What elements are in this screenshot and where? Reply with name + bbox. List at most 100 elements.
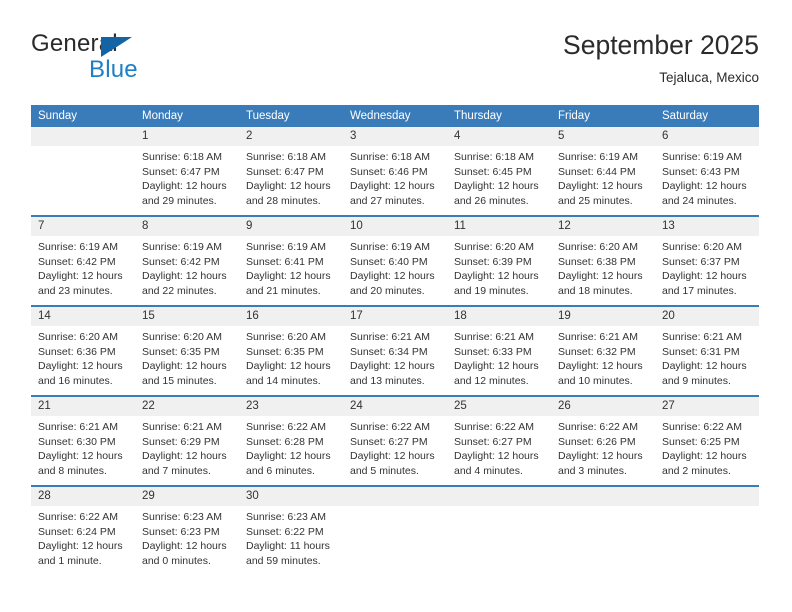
day-cell[interactable]: 30 Sunrise: 6:23 AM Sunset: 6:22 PM Dayligh… [239,485,343,575]
daylight-text-line1: Daylight: 12 hours [38,360,123,373]
day-details: Sunrise: 6:20 AM Sunset: 6:37 PM Daylight:… [655,236,759,298]
day-details: Sunrise: 6:22 AM Sunset: 6:27 PM Daylight:… [447,416,551,478]
weekday-header-thursday: Thursday [447,105,551,127]
daylight-text-line2: and 27 minutes. [350,194,425,207]
day-cell[interactable]: 2 Sunrise: 6:18 AM Sunset: 6:47 PM Daylight… [239,127,343,216]
day-number: 22 [135,397,239,416]
page-header: General Blue September 2025 Tejaluca, Me… [31,28,759,94]
sunset-text: Sunset: 6:43 PM [662,165,740,178]
weekday-header-wednesday: Wednesday [343,105,447,127]
daylight-text-line2: and 0 minutes. [142,554,211,567]
day-cell[interactable]: 14 Sunrise: 6:20 AM Sunset: 6:36 PM Dayligh… [31,305,135,396]
day-cell[interactable]: 1 Sunrise: 6:18 AM Sunset: 6:47 PM Daylight… [135,127,239,216]
day-cell[interactable]: 6 Sunrise: 6:19 AM Sunset: 6:43 PM Daylight… [655,127,759,216]
day-cell[interactable]: 7 Sunrise: 6:19 AM Sunset: 6:42 PM Daylight… [31,215,135,306]
day-cell[interactable]: 4 Sunrise: 6:18 AM Sunset: 6:45 PM Daylight… [447,127,551,216]
day-details [551,506,655,570]
day-number: 27 [655,397,759,416]
day-cell[interactable]: 3 Sunrise: 6:18 AM Sunset: 6:46 PM Daylight… [343,127,447,216]
daylight-text-line1: Daylight: 12 hours [662,270,747,283]
day-cell[interactable]: 27 Sunrise: 6:22 AM Sunset: 6:25 PM Dayligh… [655,395,759,486]
day-details: Sunrise: 6:21 AM Sunset: 6:31 PM Daylight:… [655,326,759,388]
day-number [551,487,655,506]
day-cell[interactable]: 26 Sunrise: 6:22 AM Sunset: 6:26 PM Dayligh… [551,395,655,486]
daylight-text-line1: Daylight: 12 hours [558,360,643,373]
daylight-text-line2: and 26 minutes. [454,194,529,207]
sunrise-text: Sunrise: 6:18 AM [350,151,430,163]
sunset-text: Sunset: 6:39 PM [454,255,532,268]
day-number: 25 [447,397,551,416]
daylight-text-line1: Daylight: 11 hours [246,540,330,553]
day-number: 14 [31,307,135,326]
day-cell[interactable]: 18 Sunrise: 6:21 AM Sunset: 6:33 PM Dayligh… [447,305,551,396]
sunrise-text: Sunrise: 6:21 AM [350,331,430,343]
day-number [343,487,447,506]
daylight-text-line1: Daylight: 12 hours [246,180,331,193]
day-details: Sunrise: 6:20 AM Sunset: 6:35 PM Daylight:… [239,326,343,388]
daylight-text-line2: and 21 minutes. [246,284,321,297]
week-row: 21 Sunrise: 6:21 AM Sunset: 6:30 PM Dayligh… [31,395,759,486]
day-number: 7 [31,217,135,236]
day-cell[interactable]: 16 Sunrise: 6:20 AM Sunset: 6:35 PM Dayligh… [239,305,343,396]
daylight-text-line1: Daylight: 12 hours [454,450,539,463]
daylight-text-line2: and 7 minutes. [142,464,211,477]
day-details: Sunrise: 6:20 AM Sunset: 6:39 PM Daylight:… [447,236,551,298]
day-number: 28 [31,487,135,506]
sunset-text: Sunset: 6:27 PM [350,435,428,448]
day-details: Sunrise: 6:19 AM Sunset: 6:44 PM Daylight:… [551,146,655,208]
day-details [343,506,447,570]
day-cell[interactable]: 12 Sunrise: 6:20 AM Sunset: 6:38 PM Dayligh… [551,215,655,306]
day-details: Sunrise: 6:22 AM Sunset: 6:28 PM Daylight:… [239,416,343,478]
day-cell-empty [655,485,759,575]
day-cell[interactable]: 23 Sunrise: 6:22 AM Sunset: 6:28 PM Dayligh… [239,395,343,486]
day-cell[interactable]: 8 Sunrise: 6:19 AM Sunset: 6:42 PM Daylight… [135,215,239,306]
day-cell[interactable]: 5 Sunrise: 6:19 AM Sunset: 6:44 PM Daylight… [551,127,655,216]
day-details [31,146,135,150]
day-cell[interactable]: 25 Sunrise: 6:22 AM Sunset: 6:27 PM Dayligh… [447,395,551,486]
day-number: 26 [551,397,655,416]
sunset-text: Sunset: 6:33 PM [454,345,532,358]
day-cell[interactable]: 22 Sunrise: 6:21 AM Sunset: 6:29 PM Dayligh… [135,395,239,486]
day-details: Sunrise: 6:21 AM Sunset: 6:32 PM Daylight:… [551,326,655,388]
daylight-text-line1: Daylight: 12 hours [38,450,123,463]
day-number: 24 [343,397,447,416]
daylight-text-line1: Daylight: 12 hours [454,270,539,283]
daylight-text-line1: Daylight: 12 hours [558,450,643,463]
day-details: Sunrise: 6:19 AM Sunset: 6:40 PM Daylight:… [343,236,447,298]
sunset-text: Sunset: 6:45 PM [454,165,532,178]
calendar-page: General Blue September 2025 Tejaluca, Me… [0,0,792,612]
day-cell[interactable]: 19 Sunrise: 6:21 AM Sunset: 6:32 PM Dayligh… [551,305,655,396]
daylight-text-line2: and 25 minutes. [558,194,633,207]
daylight-text-line2: and 6 minutes. [246,464,315,477]
general-blue-logo[interactable]: General Blue [31,30,221,88]
day-cell[interactable]: 15 Sunrise: 6:20 AM Sunset: 6:35 PM Dayligh… [135,305,239,396]
day-cell[interactable]: 13 Sunrise: 6:20 AM Sunset: 6:37 PM Dayligh… [655,215,759,306]
day-number [655,487,759,506]
daylight-text-line1: Daylight: 12 hours [246,270,331,283]
day-cell[interactable] [31,127,135,216]
day-cell[interactable]: 21 Sunrise: 6:21 AM Sunset: 6:30 PM Dayligh… [31,395,135,486]
sunrise-text: Sunrise: 6:19 AM [246,241,326,253]
weekday-header-sunday: Sunday [31,105,135,127]
day-cell[interactable]: 24 Sunrise: 6:22 AM Sunset: 6:27 PM Dayligh… [343,395,447,486]
day-details: Sunrise: 6:22 AM Sunset: 6:25 PM Daylight:… [655,416,759,478]
day-number: 23 [239,397,343,416]
sunrise-text: Sunrise: 6:19 AM [38,241,118,253]
day-cell[interactable]: 28 Sunrise: 6:22 AM Sunset: 6:24 PM Dayligh… [31,485,135,575]
daylight-text-line1: Daylight: 12 hours [142,450,227,463]
day-cell[interactable]: 9 Sunrise: 6:19 AM Sunset: 6:41 PM Daylight… [239,215,343,306]
daylight-text-line2: and 14 minutes. [246,374,321,387]
sunrise-text: Sunrise: 6:23 AM [246,511,326,523]
day-cell[interactable]: 10 Sunrise: 6:19 AM Sunset: 6:40 PM Dayligh… [343,215,447,306]
day-details: Sunrise: 6:19 AM Sunset: 6:43 PM Daylight:… [655,146,759,208]
day-cell[interactable]: 29 Sunrise: 6:23 AM Sunset: 6:23 PM Dayligh… [135,485,239,575]
day-details: Sunrise: 6:20 AM Sunset: 6:38 PM Daylight:… [551,236,655,298]
day-cell[interactable]: 20 Sunrise: 6:21 AM Sunset: 6:31 PM Dayligh… [655,305,759,396]
sunrise-text: Sunrise: 6:22 AM [454,421,534,433]
daylight-text-line2: and 23 minutes. [38,284,113,297]
week-row: 1 Sunrise: 6:18 AM Sunset: 6:47 PM Daylight… [31,127,759,216]
sunset-text: Sunset: 6:25 PM [662,435,740,448]
day-cell[interactable]: 17 Sunrise: 6:21 AM Sunset: 6:34 PM Dayligh… [343,305,447,396]
day-cell[interactable]: 11 Sunrise: 6:20 AM Sunset: 6:39 PM Dayligh… [447,215,551,306]
daylight-text-line1: Daylight: 12 hours [662,450,747,463]
